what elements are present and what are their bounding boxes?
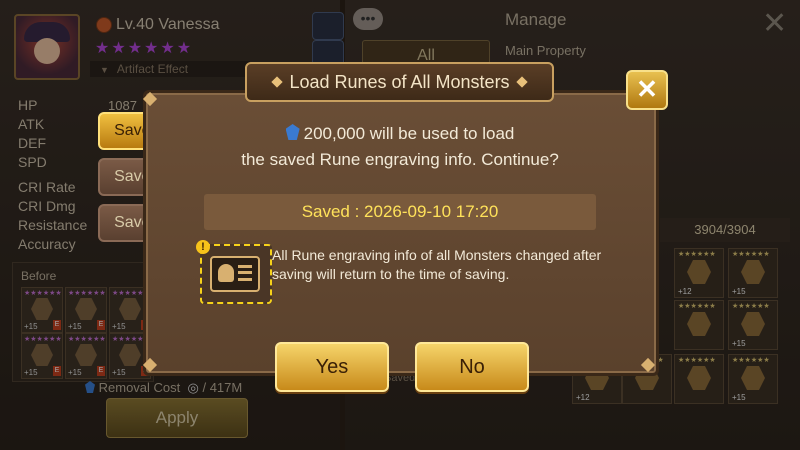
dialog-message-line2: the saved Rune engraving info. Continue? <box>241 150 559 169</box>
dialog-title: Load Runes of All Monsters <box>245 62 554 102</box>
no-button[interactable]: No <box>415 342 529 392</box>
rune-warning-icon: ! <box>196 240 272 304</box>
dialog-close-button[interactable]: ✕ <box>626 70 668 110</box>
yes-button[interactable]: Yes <box>275 342 389 392</box>
dialog-message: 200,000 will be used to load the saved R… <box>160 121 640 173</box>
warning-text: All Rune engraving info of all Monsters … <box>272 247 602 282</box>
saved-timestamp: Saved : 2026-09-10 17:20 <box>204 194 596 230</box>
crystal-icon <box>285 124 300 140</box>
dialog-message-line1: 200,000 will be used to load <box>303 124 515 143</box>
dialog-title-text: Load Runes of All Monsters <box>289 72 510 92</box>
